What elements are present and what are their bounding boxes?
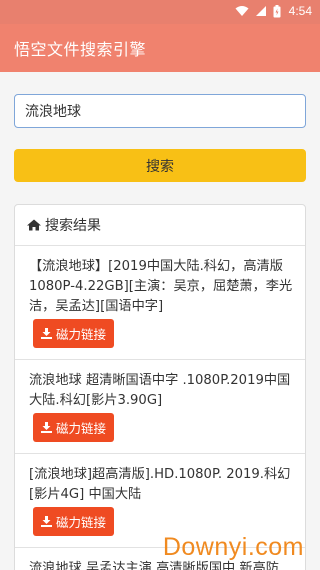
results-header: 搜索结果: [15, 205, 305, 246]
battery-icon: [273, 4, 281, 18]
download-icon: [41, 516, 52, 527]
magnet-link-button[interactable]: 磁力链接: [33, 507, 115, 536]
app-title: 悟空文件搜索引擎: [14, 40, 147, 59]
status-time: 4:54: [288, 4, 312, 18]
magnet-link-button[interactable]: 磁力链接: [33, 319, 115, 348]
results-panel: 搜索结果 【流浪地球】[2019中国大陆.科幻，高清版1080P-4.22GB]…: [14, 204, 306, 570]
download-icon: [41, 328, 52, 339]
list-item: 【流浪地球】[2019中国大陆.科幻，高清版1080P-4.22GB][主演：吴…: [15, 246, 305, 360]
wifi-icon: [235, 5, 249, 17]
results-header-label: 搜索结果: [45, 218, 101, 234]
result-title: 【流浪地球】[2019中国大陆.科幻，高清版1080P-4.22GB][主演：吴…: [29, 259, 293, 314]
signal-icon: [255, 5, 267, 17]
list-item: 流浪地球 超清晰国语中字 .1080P.2019中国大陆.科幻[影片3.90G]…: [15, 360, 305, 454]
magnet-link-button[interactable]: 磁力链接: [33, 413, 115, 442]
search-input[interactable]: [14, 94, 306, 128]
status-icons: 4:54: [235, 4, 312, 18]
result-title: [流浪地球]超高清版].HD.1080P. 2019.科幻[影片4G] 中国大陆: [29, 467, 291, 502]
app-bar: 悟空文件搜索引擎: [0, 24, 320, 72]
home-icon: [27, 219, 41, 231]
magnet-link-label: 磁力链接: [56, 327, 107, 342]
download-icon: [41, 422, 52, 433]
magnet-link-label: 磁力链接: [56, 515, 107, 530]
result-title: 流浪地球 超清晰国语中字 .1080P.2019中国大陆.科幻[影片3.90G]: [29, 373, 291, 408]
search-button[interactable]: 搜索: [14, 149, 306, 182]
status-bar: 4:54: [0, 0, 320, 24]
magnet-link-label: 磁力链接: [56, 421, 107, 436]
watermark: Downyi.com: [162, 533, 304, 561]
